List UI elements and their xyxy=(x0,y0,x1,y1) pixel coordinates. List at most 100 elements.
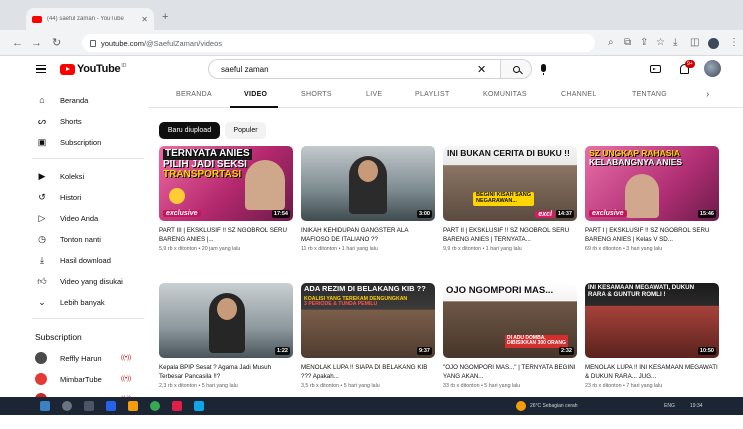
video-thumbnail[interactable]: INI KESAMAAN MEGAWATI, DUKUN RARA & GUNT… xyxy=(585,283,719,358)
subscriptions-icon: ▣ xyxy=(37,136,47,147)
video-title[interactable]: "OJO NGOMPORI MAS..." | TERNYATA BEGINI … xyxy=(443,363,577,381)
tab-beranda[interactable]: BERANDA xyxy=(176,91,212,98)
video-title[interactable]: MENOLAK LUPA !! SIAPA DI BELAKANG KIB ??… xyxy=(301,363,435,381)
liked-icon: 👍︎ xyxy=(37,275,47,286)
video-thumbnail[interactable]: SZ UNGKAP RAHASIA KELABANGNYA ANIES excl… xyxy=(585,146,719,221)
tab-video[interactable]: VIDEO xyxy=(244,91,267,98)
tab-komunitas[interactable]: KOMUNITAS xyxy=(483,91,527,98)
hamburger-menu-icon[interactable] xyxy=(36,65,46,73)
search-button[interactable] xyxy=(500,59,532,79)
profile-icon[interactable] xyxy=(708,38,719,49)
app-icon[interactable] xyxy=(194,401,204,411)
search-page-icon[interactable]: ⌕ xyxy=(608,37,614,49)
bookmark-star-icon[interactable]: ☆ xyxy=(656,37,665,49)
tab-channel[interactable]: CHANNEL xyxy=(561,91,597,98)
search-icon xyxy=(512,65,520,73)
video-thumbnail[interactable]: 3:00 xyxy=(301,146,435,221)
youtube-logo[interactable]: YouTube ID xyxy=(60,63,126,75)
logo-region: ID xyxy=(121,63,127,69)
sidebar-item-shorts[interactable]: ᔕ Shorts xyxy=(0,111,148,131)
app-icon[interactable] xyxy=(172,401,182,411)
video-meta: 5,9 rb x ditonton • 20 jam yang lalu xyxy=(159,246,241,252)
sidebar-item-label: Histori xyxy=(60,192,82,202)
create-video-icon[interactable] xyxy=(650,65,661,73)
browser-tab[interactable]: (44) saeful zaman - YouTube ✕ xyxy=(26,8,154,30)
share-icon[interactable]: ⇪ xyxy=(640,37,648,49)
file-explorer-icon[interactable] xyxy=(128,401,138,411)
thumbnail-text: TERNYATA ANIES PILIH JADI SEKSI TRANSPOR… xyxy=(163,148,252,180)
video-title[interactable]: PART III | EKSKLUSIF !! SZ NGOBROL SERU … xyxy=(159,226,293,244)
home-icon: ⌂ xyxy=(39,95,45,105)
edge-icon[interactable] xyxy=(106,401,116,411)
video-thumbnail[interactable]: 1:22 xyxy=(159,283,293,358)
tab-shorts[interactable]: SHORTS xyxy=(301,91,332,98)
reload-icon[interactable]: ↻ xyxy=(52,37,61,49)
video-duration: 9:37 xyxy=(416,347,432,355)
channel-avatar xyxy=(35,373,47,385)
video-title[interactable]: Kepala BPIP Sesat ? Agama Jadi Musuh Ter… xyxy=(159,363,293,381)
library-icon: ▶ xyxy=(38,170,46,181)
language-indicator[interactable]: ENG xyxy=(664,403,675,409)
person-face xyxy=(217,298,237,320)
live-indicator-icon: ((•)) xyxy=(121,355,132,361)
video-title[interactable]: PART I | EKSKLUSIF !! SZ NGOBROL SERU BA… xyxy=(585,226,719,244)
search-box: ✕ xyxy=(208,59,500,79)
subscription-item[interactable]: MimbarTube ((•)) xyxy=(0,369,148,389)
download-icon: ⤓ xyxy=(40,254,44,265)
chevron-right-icon[interactable]: › xyxy=(706,89,709,100)
video-thumbnail[interactable]: ADA REZIM DI BELAKANG KIB ?? KOALISI YAN… xyxy=(301,283,435,358)
sidebar-item-video-disukai[interactable]: 👍︎ Video yang disukai xyxy=(0,271,148,291)
tab-playlist[interactable]: PLAYLIST xyxy=(415,91,450,98)
sidebar-item-beranda[interactable]: ⌂ Beranda xyxy=(0,90,148,110)
tab-tentang[interactable]: TENTANG xyxy=(632,91,667,98)
sidebar-item-subscription[interactable]: ▣ Subscription xyxy=(0,132,148,152)
weather-icon[interactable] xyxy=(516,401,526,411)
voice-search-icon[interactable] xyxy=(541,64,546,75)
forward-icon[interactable]: → xyxy=(31,37,42,49)
video-thumbnail[interactable]: TERNYATA ANIES PILIH JADI SEKSI TRANSPOR… xyxy=(159,146,293,221)
tab-live[interactable]: LIVE xyxy=(366,91,382,98)
chrome-icon[interactable] xyxy=(150,401,160,411)
video-thumbnail[interactable]: INI BUKAN CERITA DI BUKU !! BEGINI KISAH… xyxy=(443,146,577,221)
video-meta: 9,9 rb x ditonton • 1 hari yang lalu xyxy=(443,246,522,252)
close-tab-icon[interactable]: ✕ xyxy=(141,15,148,24)
start-icon[interactable] xyxy=(40,401,50,411)
video-duration: 3:00 xyxy=(416,210,432,218)
exclusive-tag: excl xyxy=(535,211,555,218)
download-icon[interactable]: ⤓ xyxy=(673,37,677,49)
chevron-down-icon: ⌄ xyxy=(38,296,46,307)
task-view-icon[interactable] xyxy=(84,401,94,411)
video-title[interactable]: MENOLAK LUPA !! INI KESAMAAN MEGAWATI & … xyxy=(585,363,719,381)
sidebar-item-video-anda[interactable]: ▷ Video Anda xyxy=(0,208,148,228)
video-duration: 2:32 xyxy=(558,347,574,355)
video-thumbnail[interactable]: OJO NGOMPORI MAS... DI ADU DOMBA, DIBISI… xyxy=(443,283,577,358)
back-icon[interactable]: ← xyxy=(12,37,23,49)
channel-name: Reffly Harun xyxy=(60,353,102,363)
active-tab-indicator xyxy=(230,106,278,108)
subscription-item[interactable]: Reffly Harun ((•)) xyxy=(0,348,148,368)
video-meta: 69 rb x ditonton • 3 hari yang lalu xyxy=(585,246,663,252)
clock[interactable]: 19:34 xyxy=(690,403,703,409)
side-panel-icon[interactable]: ◫ xyxy=(690,37,699,49)
address-bar[interactable]: youtube.com/@SaefulZaman/videos xyxy=(82,34,595,52)
sidebar-item-histori[interactable]: ↺ Histori xyxy=(0,187,148,207)
sidebar-item-label: Shorts xyxy=(60,116,82,126)
menu-dots-icon[interactable]: ⋮ xyxy=(729,37,739,49)
search-icon[interactable] xyxy=(62,401,72,411)
sidebar-item-hasil-download[interactable]: ⤓ Hasil download xyxy=(0,250,148,270)
video-title[interactable]: PART II | EKSKLUSIF !! SZ NGOBROL SERU B… xyxy=(443,226,577,244)
search-input[interactable] xyxy=(221,64,471,74)
video-title[interactable]: INIKAH KEHIDUPAN GANGSTER ALA MAFIOSO DE… xyxy=(301,226,435,244)
sidebar-item-tonton-nanti[interactable]: ◷ Tonton nanti xyxy=(0,229,148,249)
sidebar-item-koleksi[interactable]: ▶ Koleksi xyxy=(0,166,148,186)
account-avatar[interactable] xyxy=(704,60,721,77)
chip-baru-diupload[interactable]: Baru diupload xyxy=(159,122,220,139)
sidebar-item-lebih-banyak[interactable]: ⌄ Lebih banyak xyxy=(0,292,148,312)
clear-search-icon[interactable]: ✕ xyxy=(477,63,486,76)
chip-populer[interactable]: Populer xyxy=(225,122,266,139)
channel-name: MimbarTube xyxy=(60,374,102,384)
new-tab-icon[interactable]: + xyxy=(162,11,168,23)
channel-tabs: BERANDA VIDEO SHORTS LIVE PLAYLIST KOMUN… xyxy=(148,84,743,108)
youtube-favicon-icon xyxy=(32,15,42,23)
translate-icon[interactable]: ⧉ xyxy=(624,37,631,49)
